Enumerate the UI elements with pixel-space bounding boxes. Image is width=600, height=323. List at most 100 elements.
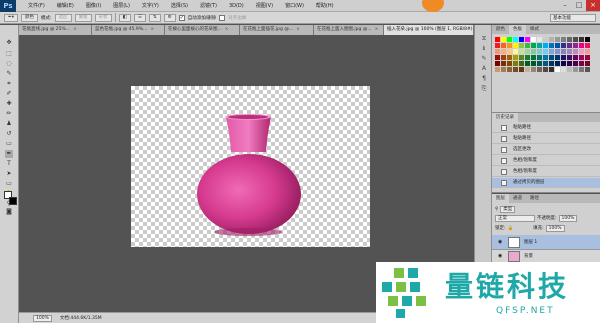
color-swatch[interactable] [561,61,566,66]
close-icon[interactable]: × [586,0,600,11]
color-swatch[interactable] [525,61,530,66]
shape-button[interactable]: 形状 [94,13,112,22]
fill-field[interactable]: 100% [545,225,565,232]
color-swatch[interactable] [549,55,554,60]
color-swatch[interactable] [507,37,512,42]
color-swatch[interactable] [549,37,554,42]
opacity-field[interactable]: 100% [558,215,578,222]
color-swatch[interactable] [501,43,506,48]
stamp-tool-icon[interactable]: ♟ [5,120,13,128]
history-brush-icon[interactable]: ↺ [5,130,13,138]
color-swatch[interactable] [567,49,572,54]
move-tool-icon[interactable]: ✥ [5,39,13,47]
menu-layer[interactable]: 图层(L) [107,2,136,9]
color-swatch[interactable] [579,55,584,60]
color-swatch[interactable] [573,67,578,72]
color-swatch[interactable] [519,67,524,72]
color-swatch[interactable] [567,67,572,72]
color-swatch[interactable] [531,37,536,42]
color-swatch[interactable] [579,37,584,42]
color-swatch[interactable] [585,61,590,66]
tab-layers[interactable]: 图层 [492,194,509,203]
color-swatch[interactable] [567,43,572,48]
tab-history[interactable]: 历史记录 [492,113,518,122]
color-swatch[interactable] [513,43,518,48]
color-swatch[interactable] [519,61,524,66]
clone-source-icon[interactable]: ⎘ [479,85,489,93]
quick-select-icon[interactable]: ✎ [5,70,13,78]
history-item[interactable]: 粘贴路径 [492,123,600,133]
eye-icon[interactable]: ◉ [498,239,502,245]
color-swatch[interactable] [585,67,590,72]
minimize-icon[interactable]: – [558,0,572,11]
path-select-icon[interactable]: ➤ [5,170,13,178]
color-swatch[interactable] [495,55,500,60]
type-tool-icon[interactable]: T [5,160,13,168]
menu-view[interactable]: 视图(V) [250,2,279,9]
history-item[interactable]: 色相/饱和度 [492,167,600,177]
color-swatch[interactable] [525,67,530,72]
color-swatch[interactable] [555,55,560,60]
color-swatch[interactable] [531,43,536,48]
color-swatch[interactable] [567,55,572,60]
color-swatch[interactable] [573,49,578,54]
color-swatch[interactable] [573,37,578,42]
tab-doc-5[interactable]: 在花瓶上面入图图.jpg @... × [314,25,384,35]
close-icon[interactable]: × [225,27,229,32]
color-swatch[interactable] [537,67,542,72]
tab-styles[interactable]: 样式 [526,25,543,34]
color-swatch[interactable] [501,49,506,54]
color-swatch[interactable] [531,55,536,60]
color-swatch[interactable] [585,49,590,54]
tab-doc-2[interactable]: 蓝色花瓶.jpg @ 45.9%... × [92,25,165,35]
color-swatch[interactable] [561,55,566,60]
character-icon[interactable]: A [479,65,489,73]
layer-name[interactable]: 图层 1 [524,239,537,245]
eye-icon[interactable]: ◉ [498,253,502,259]
color-swatch[interactable] [525,43,530,48]
color-swatch[interactable] [585,37,590,42]
color-swatch[interactable] [519,55,524,60]
color-swatch[interactable] [585,43,590,48]
close-icon[interactable]: × [296,27,300,32]
tab-paths[interactable]: 路径 [526,194,543,203]
color-swatch[interactable] [579,49,584,54]
background-color[interactable] [9,197,17,205]
color-swatch[interactable] [519,37,524,42]
color-swatch[interactable] [525,55,530,60]
maximize-icon[interactable]: □ [572,0,586,11]
color-swatch[interactable] [579,67,584,72]
color-swatch[interactable] [525,37,530,42]
color-swatch[interactable] [501,61,506,66]
close-icon[interactable]: × [73,27,77,32]
tab-doc-1[interactable]: 花瓶直线.jpg @ 25%... × [19,25,92,35]
history-item[interactable]: 选区更改 [492,145,600,155]
color-swatch[interactable] [513,49,518,54]
color-swatch[interactable] [513,55,518,60]
close-icon[interactable]: × [150,27,154,32]
color-swatch[interactable] [573,43,578,48]
layer-filter-select[interactable]: 类型 [500,206,516,213]
path-ops-icon[interactable]: ◧ [118,13,131,22]
color-swatch[interactable] [513,37,518,42]
color-swatch[interactable] [495,43,500,48]
document-canvas[interactable] [131,86,370,247]
color-swatch[interactable] [501,37,506,42]
color-swatch[interactable] [543,55,548,60]
menu-filter[interactable]: 滤镜(T) [194,2,223,9]
color-swatch[interactable] [525,49,530,54]
brush-presets-icon[interactable]: ✎ [479,55,489,63]
color-swatch[interactable] [501,67,506,72]
color-swatch[interactable] [531,61,536,66]
color-swatch[interactable] [495,37,500,42]
crop-tool-icon[interactable]: ⌗ [5,80,13,88]
color-swatch[interactable] [519,49,524,54]
align-edges-checkbox[interactable] [219,14,226,21]
color-swatch[interactable] [543,61,548,66]
mode-select[interactable]: 颜色 [21,13,39,22]
color-swatch[interactable] [537,43,542,48]
color-swatch[interactable] [549,67,554,72]
color-swatch[interactable] [537,61,542,66]
tab-doc-active[interactable]: 插入花朵.jpg @ 100% (图层 1, RGB/8#)× [384,25,474,35]
paragraph-icon[interactable]: ¶ [479,75,489,83]
